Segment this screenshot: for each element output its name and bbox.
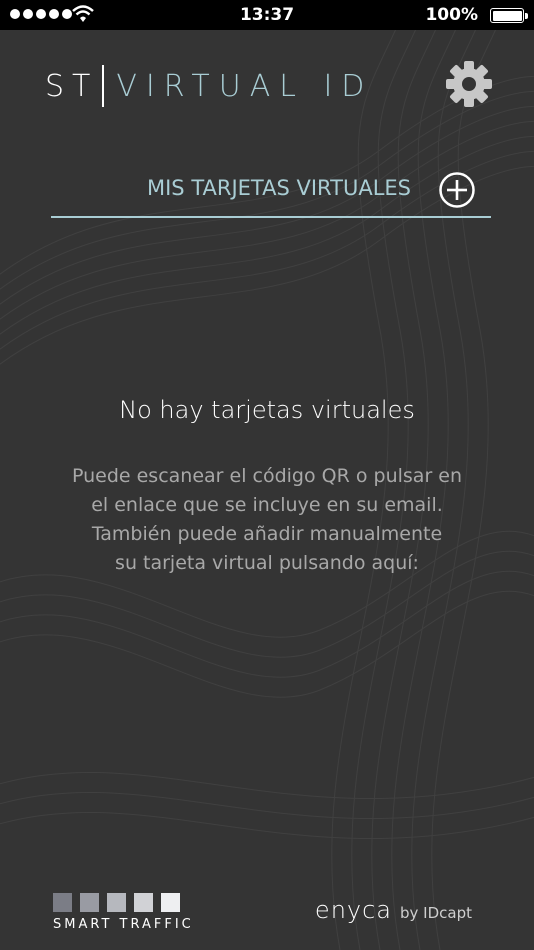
empty-state-line: su tarjeta virtual pulsando aquí: xyxy=(115,552,419,574)
logo-name: VIRTUAL ID xyxy=(116,68,374,104)
cards-section-header: MIS TARJETAS VIRTUALES xyxy=(51,168,491,218)
logo-square xyxy=(80,893,99,912)
enyca-logo: enyca by IDcapt xyxy=(315,896,472,924)
section-title-text: MIS TARJETAS VIRTUALES xyxy=(147,176,411,200)
logo-divider xyxy=(102,65,105,107)
enyca-text: enyca xyxy=(314,896,393,924)
by-idcapt-text: by IDcapt xyxy=(400,904,472,922)
status-bar: 13:37 100% xyxy=(0,0,534,30)
empty-state-line: Puede escanear el código QR o pulsar en xyxy=(71,465,463,487)
gear-icon[interactable] xyxy=(444,59,494,109)
logo-square xyxy=(134,893,153,912)
section-divider xyxy=(51,216,491,218)
section-title: MIS TARJETAS VIRTUALES xyxy=(51,176,431,200)
battery-percentage: 100% xyxy=(425,5,478,25)
logo-square xyxy=(53,893,72,912)
smart-traffic-logo: SMART TRAFFIC xyxy=(53,893,194,932)
smart-traffic-text: SMART TRAFFIC xyxy=(53,917,194,932)
logo-square xyxy=(161,893,180,912)
smart-traffic-squares xyxy=(53,893,194,912)
logo-square xyxy=(107,893,126,912)
empty-state-line: También puede añadir manualmente xyxy=(91,523,443,545)
add-card-button[interactable] xyxy=(438,171,476,209)
empty-state-description[interactable]: Puede escanear el código QR o pulsar en … xyxy=(0,462,534,578)
battery-icon xyxy=(490,8,528,23)
app-logo: ST VIRTUAL ID xyxy=(45,64,373,108)
logo-prefix: ST xyxy=(45,68,99,104)
empty-state-line: el enlace que se incluye en su email. xyxy=(91,494,443,516)
empty-state-title: No hay tarjetas virtuales xyxy=(119,396,415,424)
